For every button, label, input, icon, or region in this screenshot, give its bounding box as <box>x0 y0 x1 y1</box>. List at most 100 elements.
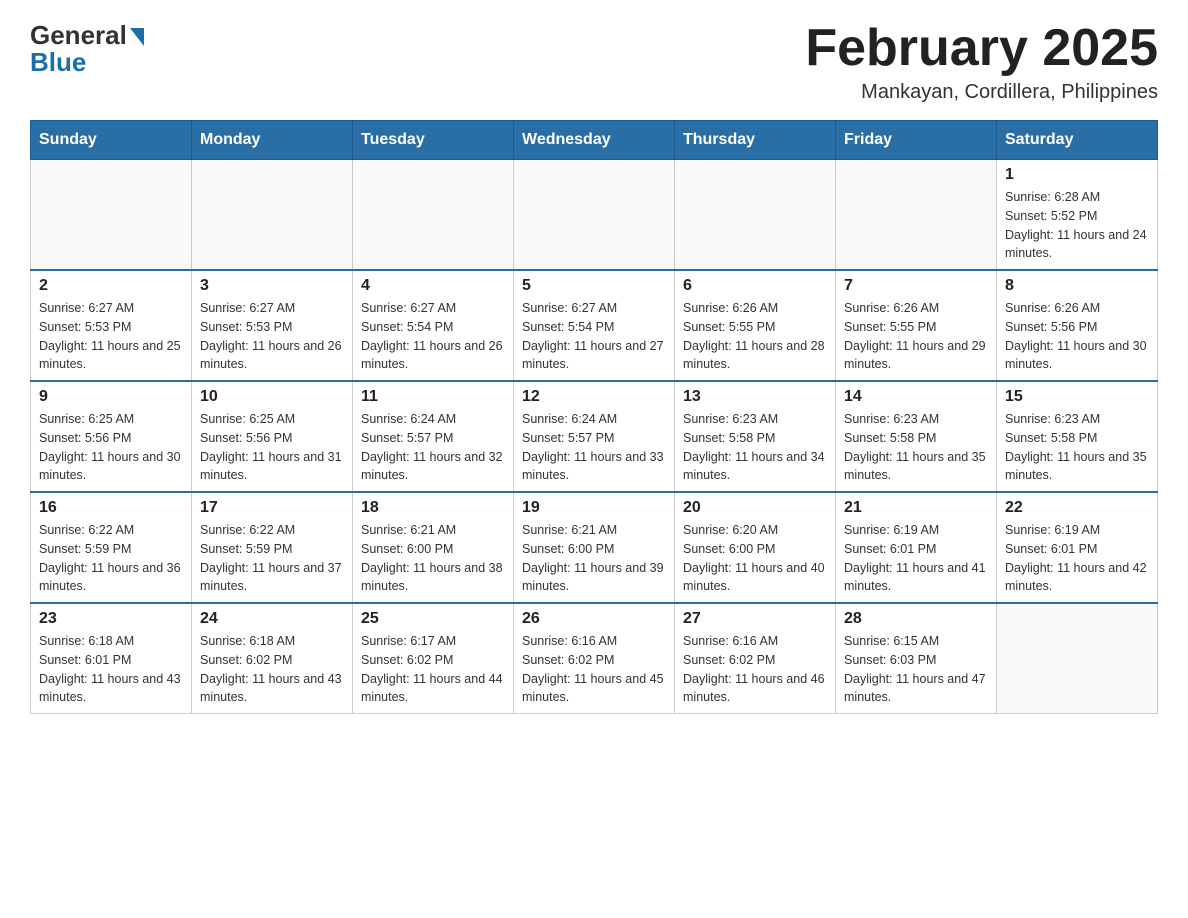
calendar-day-cell: 19 Sunrise: 6:21 AM Sunset: 6:00 PM Dayli… <box>514 492 675 603</box>
day-number: 12 <box>522 388 666 406</box>
calendar-day-cell: 17 Sunrise: 6:22 AM Sunset: 5:59 PM Dayli… <box>192 492 353 603</box>
calendar-day-cell: 22 Sunrise: 6:19 AM Sunset: 6:01 PM Dayli… <box>997 492 1158 603</box>
calendar-weekday-header: Tuesday <box>353 121 514 160</box>
calendar-weekday-header: Friday <box>836 121 997 160</box>
day-number: 2 <box>39 277 183 295</box>
calendar-day-cell: 4 Sunrise: 6:27 AM Sunset: 5:54 PM Daylig… <box>353 270 514 381</box>
day-info: Sunrise: 6:27 AM Sunset: 5:54 PM Dayligh… <box>361 299 505 374</box>
calendar-week-row: 1 Sunrise: 6:28 AM Sunset: 5:52 PM Daylig… <box>31 160 1158 271</box>
calendar-day-cell <box>31 160 192 271</box>
day-info: Sunrise: 6:19 AM Sunset: 6:01 PM Dayligh… <box>1005 521 1149 596</box>
day-info: Sunrise: 6:20 AM Sunset: 6:00 PM Dayligh… <box>683 521 827 596</box>
location-subtitle: Mankayan, Cordillera, Philippines <box>805 81 1158 104</box>
day-number: 25 <box>361 610 505 628</box>
day-info: Sunrise: 6:27 AM Sunset: 5:53 PM Dayligh… <box>200 299 344 374</box>
day-number: 24 <box>200 610 344 628</box>
day-number: 21 <box>844 499 988 517</box>
day-number: 23 <box>39 610 183 628</box>
calendar-weekday-header: Monday <box>192 121 353 160</box>
calendar-day-cell: 20Sunrise: 6:20 AM Sunset: 6:00 PM Dayli… <box>675 492 836 603</box>
day-number: 8 <box>1005 277 1149 295</box>
title-area: February 2025 Mankayan, Cordillera, Phil… <box>805 20 1158 104</box>
month-year-title: February 2025 <box>805 20 1158 77</box>
day-info: Sunrise: 6:18 AM Sunset: 6:01 PM Dayligh… <box>39 632 183 707</box>
day-info: Sunrise: 6:19 AM Sunset: 6:01 PM Dayligh… <box>844 521 988 596</box>
calendar-day-cell: 14Sunrise: 6:23 AM Sunset: 5:58 PM Dayli… <box>836 381 997 492</box>
calendar-day-cell: 28 Sunrise: 6:15 AM Sunset: 6:03 PM Dayli… <box>836 603 997 714</box>
day-info: Sunrise: 6:22 AM Sunset: 5:59 PM Dayligh… <box>200 521 344 596</box>
day-info: Sunrise: 6:23 AM Sunset: 5:58 PM Dayligh… <box>683 410 827 485</box>
calendar-week-row: 9 Sunrise: 6:25 AM Sunset: 5:56 PM Daylig… <box>31 381 1158 492</box>
calendar-day-cell: 6 Sunrise: 6:26 AM Sunset: 5:55 PM Daylig… <box>675 270 836 381</box>
day-number: 18 <box>361 499 505 517</box>
day-info: Sunrise: 6:23 AM Sunset: 5:58 PM Dayligh… <box>844 410 988 485</box>
logo-blue-text: Blue <box>30 47 86 78</box>
calendar-day-cell: 26 Sunrise: 6:16 AM Sunset: 6:02 PM Dayli… <box>514 603 675 714</box>
calendar-week-row: 2 Sunrise: 6:27 AM Sunset: 5:53 PM Daylig… <box>31 270 1158 381</box>
day-info: Sunrise: 6:27 AM Sunset: 5:53 PM Dayligh… <box>39 299 183 374</box>
day-info: Sunrise: 6:26 AM Sunset: 5:55 PM Dayligh… <box>683 299 827 374</box>
day-info: Sunrise: 6:28 AM Sunset: 5:52 PM Dayligh… <box>1005 188 1149 263</box>
calendar-day-cell: 12 Sunrise: 6:24 AM Sunset: 5:57 PM Dayli… <box>514 381 675 492</box>
calendar-week-row: 16Sunrise: 6:22 AM Sunset: 5:59 PM Dayli… <box>31 492 1158 603</box>
day-info: Sunrise: 6:24 AM Sunset: 5:57 PM Dayligh… <box>361 410 505 485</box>
calendar-day-cell: 27Sunrise: 6:16 AM Sunset: 6:02 PM Dayli… <box>675 603 836 714</box>
calendar-table: SundayMondayTuesdayWednesdayThursdayFrid… <box>30 120 1158 714</box>
calendar-weekday-header: Sunday <box>31 121 192 160</box>
day-number: 1 <box>1005 166 1149 184</box>
logo: General Blue <box>30 20 144 78</box>
day-number: 13 <box>683 388 827 406</box>
calendar-day-cell: 10 Sunrise: 6:25 AM Sunset: 5:56 PM Dayli… <box>192 381 353 492</box>
day-info: Sunrise: 6:25 AM Sunset: 5:56 PM Dayligh… <box>200 410 344 485</box>
day-number: 4 <box>361 277 505 295</box>
day-info: Sunrise: 6:23 AM Sunset: 5:58 PM Dayligh… <box>1005 410 1149 485</box>
day-number: 15 <box>1005 388 1149 406</box>
day-info: Sunrise: 6:16 AM Sunset: 6:02 PM Dayligh… <box>683 632 827 707</box>
calendar-day-cell: 25Sunrise: 6:17 AM Sunset: 6:02 PM Dayli… <box>353 603 514 714</box>
logo-arrow-icon <box>130 28 144 46</box>
day-info: Sunrise: 6:26 AM Sunset: 5:55 PM Dayligh… <box>844 299 988 374</box>
day-number: 19 <box>522 499 666 517</box>
calendar-day-cell: 15 Sunrise: 6:23 AM Sunset: 5:58 PM Dayli… <box>997 381 1158 492</box>
calendar-header-row: SundayMondayTuesdayWednesdayThursdayFrid… <box>31 121 1158 160</box>
calendar-day-cell: 13 Sunrise: 6:23 AM Sunset: 5:58 PM Dayli… <box>675 381 836 492</box>
day-number: 26 <box>522 610 666 628</box>
day-info: Sunrise: 6:27 AM Sunset: 5:54 PM Dayligh… <box>522 299 666 374</box>
calendar-day-cell: 18 Sunrise: 6:21 AM Sunset: 6:00 PM Dayli… <box>353 492 514 603</box>
calendar-day-cell: 24 Sunrise: 6:18 AM Sunset: 6:02 PM Dayli… <box>192 603 353 714</box>
day-info: Sunrise: 6:26 AM Sunset: 5:56 PM Dayligh… <box>1005 299 1149 374</box>
calendar-day-cell: 23 Sunrise: 6:18 AM Sunset: 6:01 PM Dayli… <box>31 603 192 714</box>
day-number: 7 <box>844 277 988 295</box>
calendar-weekday-header: Saturday <box>997 121 1158 160</box>
calendar-day-cell <box>514 160 675 271</box>
day-number: 28 <box>844 610 988 628</box>
calendar-day-cell: 11 Sunrise: 6:24 AM Sunset: 5:57 PM Dayli… <box>353 381 514 492</box>
day-number: 10 <box>200 388 344 406</box>
day-info: Sunrise: 6:21 AM Sunset: 6:00 PM Dayligh… <box>522 521 666 596</box>
calendar-day-cell: 7 Sunrise: 6:26 AM Sunset: 5:55 PM Daylig… <box>836 270 997 381</box>
day-number: 17 <box>200 499 344 517</box>
day-number: 22 <box>1005 499 1149 517</box>
day-info: Sunrise: 6:18 AM Sunset: 6:02 PM Dayligh… <box>200 632 344 707</box>
calendar-weekday-header: Thursday <box>675 121 836 160</box>
calendar-day-cell: 21 Sunrise: 6:19 AM Sunset: 6:01 PM Dayli… <box>836 492 997 603</box>
day-number: 9 <box>39 388 183 406</box>
day-info: Sunrise: 6:22 AM Sunset: 5:59 PM Dayligh… <box>39 521 183 596</box>
calendar-day-cell <box>353 160 514 271</box>
day-info: Sunrise: 6:25 AM Sunset: 5:56 PM Dayligh… <box>39 410 183 485</box>
calendar-day-cell: 8 Sunrise: 6:26 AM Sunset: 5:56 PM Daylig… <box>997 270 1158 381</box>
calendar-week-row: 23 Sunrise: 6:18 AM Sunset: 6:01 PM Dayli… <box>31 603 1158 714</box>
day-info: Sunrise: 6:24 AM Sunset: 5:57 PM Dayligh… <box>522 410 666 485</box>
day-info: Sunrise: 6:16 AM Sunset: 6:02 PM Dayligh… <box>522 632 666 707</box>
day-info: Sunrise: 6:21 AM Sunset: 6:00 PM Dayligh… <box>361 521 505 596</box>
calendar-day-cell: 9 Sunrise: 6:25 AM Sunset: 5:56 PM Daylig… <box>31 381 192 492</box>
day-info: Sunrise: 6:15 AM Sunset: 6:03 PM Dayligh… <box>844 632 988 707</box>
calendar-day-cell: 16Sunrise: 6:22 AM Sunset: 5:59 PM Dayli… <box>31 492 192 603</box>
calendar-day-cell <box>997 603 1158 714</box>
calendar-day-cell <box>192 160 353 271</box>
day-number: 3 <box>200 277 344 295</box>
page-header: General Blue February 2025 Mankayan, Cor… <box>30 20 1158 104</box>
day-number: 11 <box>361 388 505 406</box>
day-number: 6 <box>683 277 827 295</box>
calendar-day-cell: 5Sunrise: 6:27 AM Sunset: 5:54 PM Daylig… <box>514 270 675 381</box>
